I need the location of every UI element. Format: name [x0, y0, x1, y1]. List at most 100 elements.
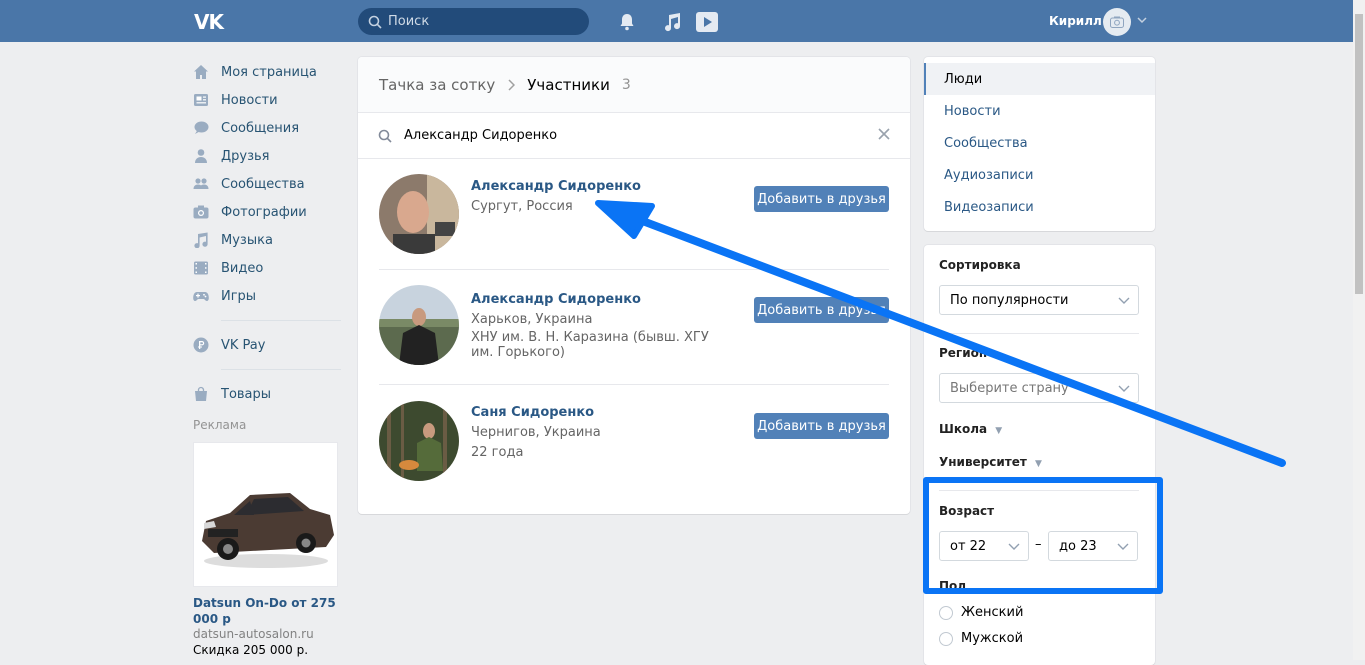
person-location: Чернигов, Украина — [471, 425, 601, 440]
sidebar-item-music[interactable]: Музыка — [193, 226, 343, 254]
home-icon — [194, 65, 208, 79]
avatar-photo — [379, 401, 459, 481]
page-title: Участники — [527, 75, 610, 94]
filter-divider — [939, 333, 1139, 334]
avatar[interactable] — [379, 174, 459, 254]
school-filter[interactable]: Школа ▼ — [939, 422, 1002, 436]
chevron-down-icon — [1118, 385, 1130, 392]
avatar[interactable] — [379, 401, 459, 481]
sidebar-item-communities[interactable]: Сообщества — [193, 170, 343, 198]
sidebar-item-news[interactable]: Новости — [193, 86, 343, 114]
school-label: Школа — [939, 422, 988, 436]
person-location: Сургут, Россия — [471, 199, 573, 214]
add-friend-button[interactable]: Добавить в друзья — [754, 297, 889, 323]
news-icon — [194, 94, 208, 106]
bell-icon[interactable] — [617, 12, 637, 32]
camera-icon — [1110, 16, 1124, 28]
avatar[interactable] — [379, 285, 459, 365]
chevron-down-icon — [1118, 297, 1130, 304]
person-name[interactable]: Саня Сидоренко — [471, 403, 601, 423]
list-item: Саня Сидоренко Чернигов, Украина 22 года… — [379, 385, 889, 495]
tab-audio[interactable]: Аудиозаписи — [924, 159, 1155, 191]
list-item: Александр Сидоренко Сургут, Россия Добав… — [379, 159, 889, 270]
vk-logo[interactable]: VK — [194, 10, 224, 34]
music-note-icon[interactable] — [662, 12, 682, 32]
messages-icon — [194, 121, 209, 134]
list-item: Александр Сидоренко Харьков, Украина ХНУ… — [379, 270, 889, 385]
members-count: 3 — [621, 76, 631, 93]
play-icon[interactable] — [696, 12, 718, 32]
members-panel: Тачка за сотку Участники 3 Александр Сид… — [358, 57, 910, 514]
header-user-name[interactable]: Кирилл — [1049, 14, 1102, 28]
sort-value: По популярности — [950, 292, 1069, 308]
header-search-input[interactable] — [388, 14, 568, 29]
sidebar-item-video[interactable]: Видео — [193, 254, 343, 282]
sidebar-item-my-page[interactable]: Моя страница — [193, 58, 343, 86]
sidebar-item-label: Фотографии — [221, 204, 307, 220]
members-search-input[interactable] — [404, 128, 824, 143]
avatar-photo — [379, 285, 459, 365]
sidebar-item-label: VK Pay — [221, 337, 266, 353]
scrollbar-thumb[interactable] — [1355, 14, 1363, 294]
ad-title[interactable]: Datsun On-Do от 275 000 р — [193, 595, 343, 627]
person-age: 22 года — [471, 445, 524, 460]
sidebar-item-vkpay[interactable]: VK Pay — [193, 331, 343, 359]
region-label: Регион — [939, 346, 988, 360]
sidebar-divider — [221, 369, 341, 370]
car-illustration — [202, 493, 334, 568]
gender-male-label: Мужской — [961, 631, 1024, 646]
tab-news[interactable]: Новости — [924, 95, 1155, 127]
radio-circle — [939, 605, 953, 620]
sidebar-item-games[interactable]: Игры — [193, 282, 343, 310]
sort-select[interactable]: По популярности — [939, 285, 1139, 315]
vkpay-icon — [193, 337, 209, 353]
shopping-bag-icon — [195, 386, 207, 401]
sidebar-item-goods[interactable]: Товары — [193, 380, 343, 408]
header-search[interactable] — [358, 8, 589, 35]
search-icon — [378, 129, 392, 143]
person-name[interactable]: Александр Сидоренко — [471, 177, 641, 197]
avatar-photo — [379, 174, 459, 254]
tab-communities[interactable]: Сообщества — [924, 127, 1155, 159]
sidebar-item-photos[interactable]: Фотографии — [193, 198, 343, 226]
sidebar-item-friends[interactable]: Друзья — [193, 142, 343, 170]
ad-label: Реклама — [193, 418, 247, 432]
members-search — [358, 113, 910, 159]
sidebar-item-label: Друзья — [221, 148, 270, 164]
region-placeholder: Выберите страну — [950, 380, 1069, 396]
person-name[interactable]: Александр Сидоренко — [471, 290, 721, 310]
sidebar-divider — [221, 320, 341, 321]
camera-icon — [193, 205, 209, 219]
tab-people[interactable]: Люди — [924, 63, 1155, 95]
add-friend-button[interactable]: Добавить в друзья — [754, 413, 889, 439]
sidebar-item-label: Сообщества — [221, 176, 305, 192]
ad-car-image[interactable] — [193, 442, 338, 587]
chevron-down-icon[interactable] — [1137, 16, 1147, 24]
university-label: Университет — [939, 455, 1027, 469]
music-icon — [194, 232, 208, 248]
person-university: ХНУ им. В. Н. Каразина (бывш. ХГУ им. Го… — [471, 330, 709, 360]
caret-down-icon: ▼ — [995, 426, 1003, 436]
filters-panel: Сортировка По популярности Регион Выбери… — [924, 245, 1155, 665]
close-icon[interactable] — [878, 128, 890, 140]
region-select[interactable]: Выберите страну — [939, 373, 1139, 403]
breadcrumb: Тачка за сотку Участники 3 — [358, 57, 910, 113]
ad-site[interactable]: datsun-autosalon.ru — [193, 627, 343, 641]
gender-female-label: Женский — [961, 605, 1024, 620]
caret-down-icon: ▼ — [1035, 459, 1042, 469]
sidebar-item-messages[interactable]: Сообщения — [193, 114, 343, 142]
sidebar-item-label: Товары — [221, 386, 272, 402]
university-filter[interactable]: Университет ▼ — [939, 455, 1042, 469]
gender-male-radio[interactable]: Мужской — [939, 631, 1023, 646]
gender-female-radio[interactable]: Женский — [939, 605, 1023, 620]
add-friend-button[interactable]: Добавить в друзья — [754, 186, 889, 212]
ad-description: Скидка 205 000 р. — [193, 643, 309, 657]
tab-video[interactable]: Видеозаписи — [924, 191, 1155, 223]
header-avatar[interactable] — [1103, 8, 1131, 36]
age-highlight-box — [923, 477, 1163, 594]
breadcrumb-group[interactable]: Тачка за сотку — [379, 76, 495, 94]
video-icon — [194, 261, 208, 275]
friends-icon — [195, 149, 207, 163]
gamepad-icon — [193, 292, 209, 301]
page-scrollbar[interactable] — [1353, 0, 1365, 660]
